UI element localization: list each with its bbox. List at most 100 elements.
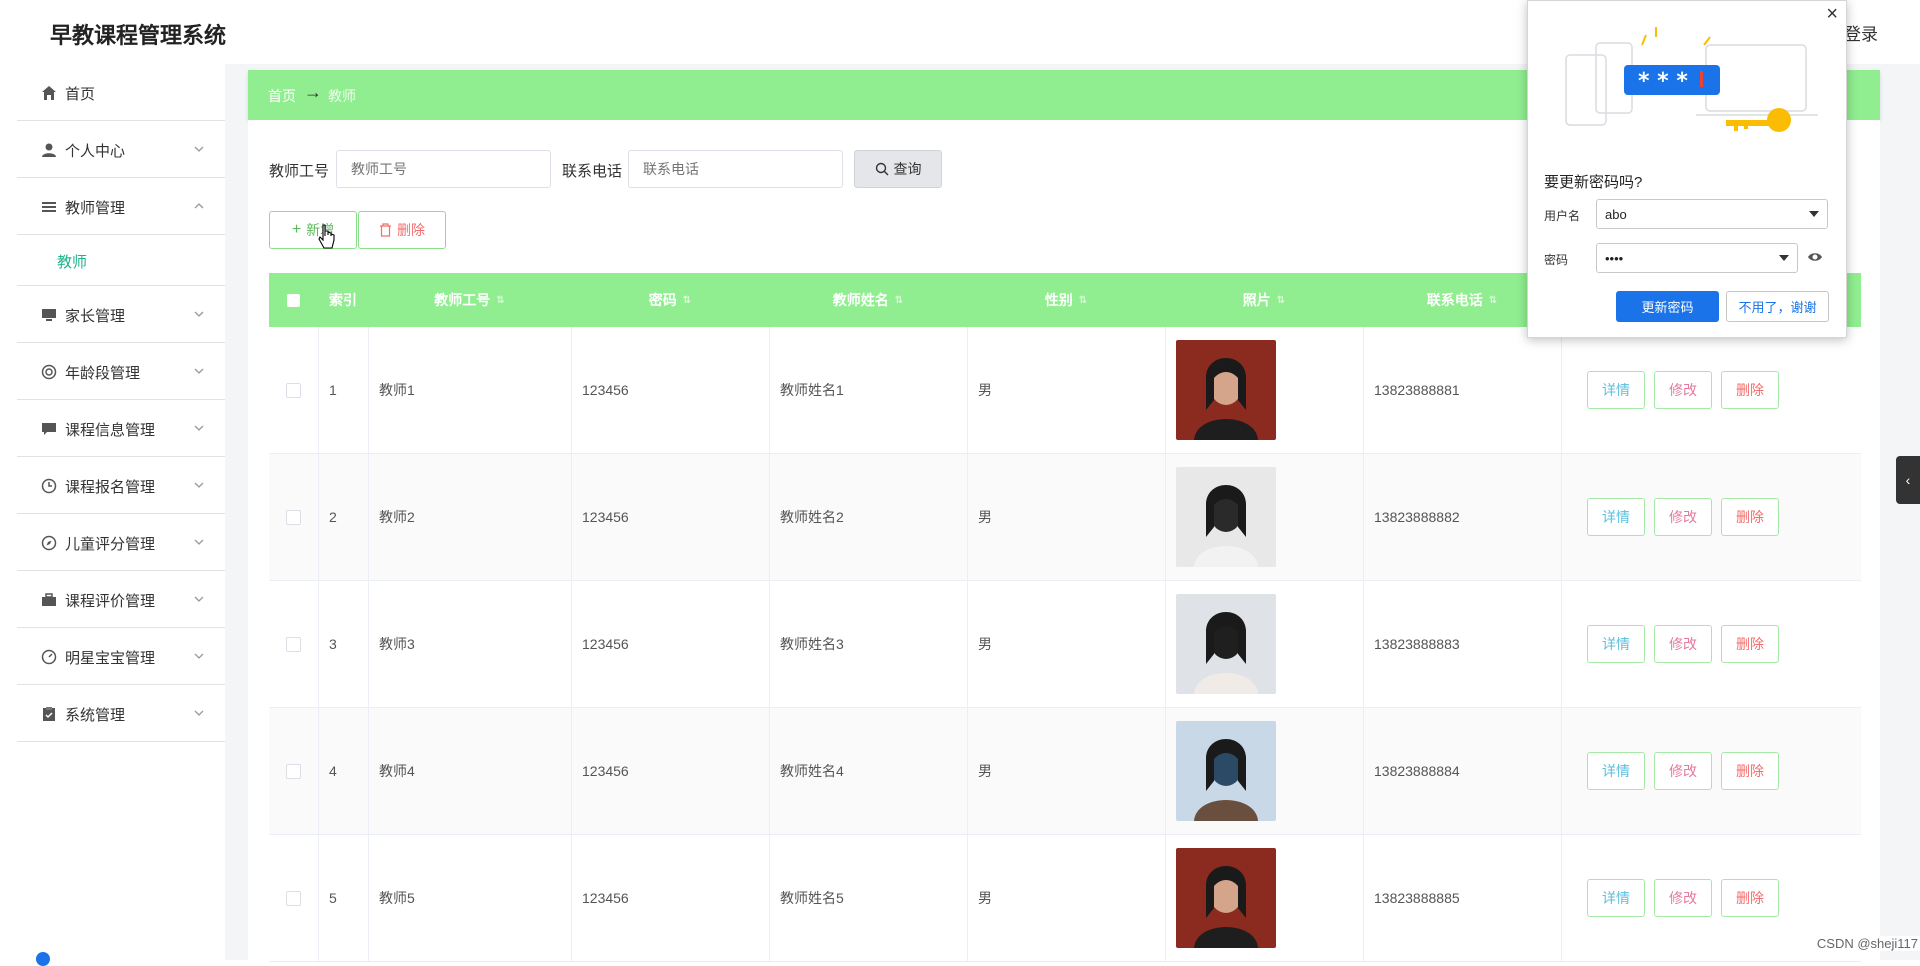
sidebar-item-course-enroll[interactable]: 课程报名管理 [17,457,225,514]
chevron-down-icon [194,482,204,488]
sidebar-item-star-baby[interactable]: 明星宝宝管理 [17,628,225,685]
row-checkbox[interactable] [286,510,301,525]
delete-button[interactable]: 删除 [1721,752,1779,790]
detail-button[interactable]: 详情 [1587,752,1645,790]
detail-button[interactable]: 详情 [1587,879,1645,917]
sort-icon: ⇅ [894,294,904,306]
edit-button[interactable]: 修改 [1654,371,1712,409]
logout-link[interactable]: 登录 [1844,20,1878,45]
edit-button[interactable]: 修改 [1654,625,1712,663]
detail-button[interactable]: 详情 [1587,371,1645,409]
delete-button[interactable]: 删除 [1721,371,1779,409]
row-phone: 13823888881 [1374,382,1460,398]
edit-button[interactable]: 修改 [1654,752,1712,790]
close-icon[interactable]: × [1826,3,1838,26]
briefcase-icon [42,593,56,606]
password-value: •••• [1605,250,1624,266]
teacher-photo[interactable] [1176,340,1276,440]
chat-icon [42,423,56,435]
sidebar-item-teacher-mgmt[interactable]: 教师管理 [17,178,225,235]
user-icon [42,143,56,157]
row-checkbox[interactable] [286,764,301,779]
delete-label: 删除 [397,222,425,238]
circle-icon [41,364,57,380]
sort-icon: ⇅ [1276,294,1286,306]
row-name: 教师姓名4 [780,763,844,779]
monitor-icon [42,309,56,321]
batch-delete-button[interactable]: 删除 [358,211,446,249]
sidebar-item-parent-mgmt[interactable]: 家长管理 [17,286,225,343]
col-header-teacher-no[interactable]: 教师工号 ⇅ [368,273,571,327]
row-checkbox[interactable] [286,637,301,652]
table-row: 4 教师4 123456 教师姓名4 男 13823888884 详情 修改 删除 [269,708,1861,835]
delete-button[interactable]: 删除 [1721,879,1779,917]
query-button[interactable]: 查询 [854,150,942,188]
password-illustration: * * * [1565,27,1818,132]
teacher-photo[interactable] [1176,721,1276,821]
edit-button[interactable]: 修改 [1654,879,1712,917]
sidebar-item-label: 课程报名管理 [65,479,156,496]
dropdown-arrow-icon [1779,255,1789,261]
decline-button[interactable]: 不用了，谢谢 [1726,291,1829,322]
sidebar-item-label: 家长管理 [65,308,126,325]
add-button[interactable]: + 新增 [269,211,357,249]
row-index: 1 [329,382,337,398]
sidebar-item-profile[interactable]: 个人中心 [17,121,225,178]
row-gender: 男 [978,636,992,652]
scroll-indicator[interactable] [36,952,50,966]
chevron-left-icon: ‹ [1905,472,1911,488]
row-checkbox[interactable] [286,383,301,398]
delete-button[interactable]: 删除 [1721,625,1779,663]
teacher-no-input[interactable] [336,150,551,188]
col-header-name[interactable]: 教师姓名 ⇅ [769,273,967,327]
sort-icon: ⇅ [1488,294,1498,306]
chevron-down-icon [194,539,204,545]
update-password-button[interactable]: 更新密码 [1616,291,1719,322]
sidebar-subitem-teacher[interactable]: 教师 [17,235,225,286]
sidebar-item-label: 系统管理 [65,707,126,724]
row-index: 5 [329,890,337,906]
teacher-photo[interactable] [1176,594,1276,694]
collapse-handle[interactable]: ‹ [1896,456,1920,504]
row-password: 123456 [582,890,629,906]
sidebar-item-age-mgmt[interactable]: 年龄段管理 [17,343,225,400]
sidebar-item-course-review[interactable]: 课程评价管理 [17,571,225,628]
detail-button[interactable]: 详情 [1587,625,1645,663]
password-select[interactable]: •••• [1596,243,1798,273]
col-header-photo[interactable]: 照片 ⇅ [1165,273,1363,327]
row-password: 123456 [582,509,629,525]
eye-icon[interactable] [1807,251,1823,263]
chevron-down-icon [194,710,204,716]
teacher-photo[interactable] [1176,467,1276,567]
sidebar-item-home[interactable]: 首页 [17,64,225,121]
detail-button[interactable]: 详情 [1587,498,1645,536]
row-index: 4 [329,763,337,779]
col-header-gender[interactable]: 性别 ⇅ [967,273,1165,327]
sidebar-item-label: 个人中心 [65,143,126,160]
row-checkbox[interactable] [286,891,301,906]
delete-button[interactable]: 删除 [1721,498,1779,536]
row-teacher-no: 教师4 [379,763,415,779]
sidebar-item-label: 明星宝宝管理 [65,650,156,667]
col-header-password[interactable]: 密码 ⇅ [571,273,769,327]
clipboard-icon [43,707,55,721]
teacher-photo[interactable] [1176,848,1276,948]
password-label: 密码 [1544,253,1569,267]
sidebar-item-system[interactable]: 系统管理 [17,685,225,742]
phone-label: 联系电话 [562,163,623,180]
sidebar-item-course-info[interactable]: 课程信息管理 [17,400,225,457]
watermark: CSDN @sheji117 [1814,936,1920,951]
edit-button[interactable]: 修改 [1654,498,1712,536]
row-name: 教师姓名1 [780,382,844,398]
username-select[interactable]: abo [1596,199,1828,229]
row-name: 教师姓名2 [780,509,844,525]
chevron-down-icon [194,146,204,152]
sidebar-item-child-score[interactable]: 儿童评分管理 [17,514,225,571]
select-all-checkbox[interactable] [269,273,318,327]
breadcrumb-home[interactable]: 首页 [268,86,296,106]
home-icon [42,86,56,100]
row-name: 教师姓名5 [780,890,844,906]
phone-input[interactable] [628,150,843,188]
row-teacher-no: 教师1 [379,382,415,398]
table-row: 5 教师5 123456 教师姓名5 男 13823888885 详情 修改 删除 [269,835,1861,962]
